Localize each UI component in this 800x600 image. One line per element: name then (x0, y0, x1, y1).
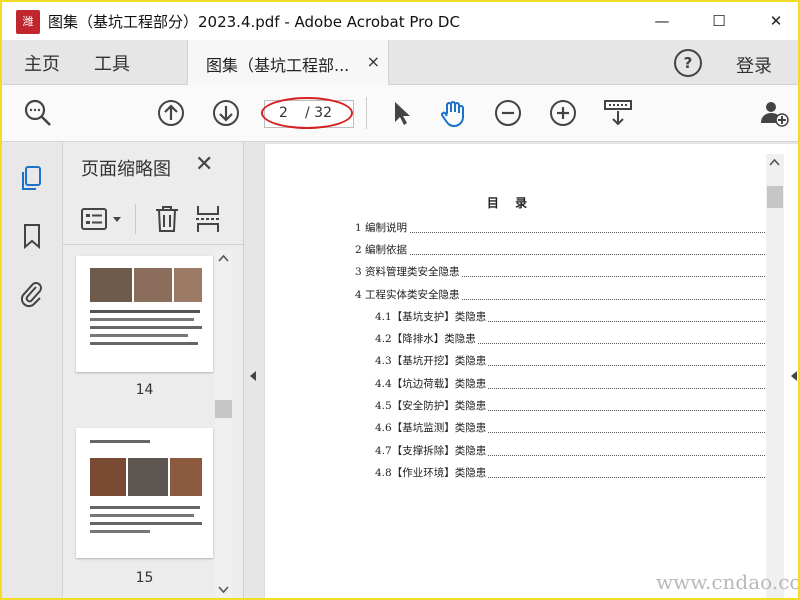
document-scrollbar[interactable] (766, 154, 784, 598)
document-area: 目 录 1 编制说明 2 编制依据 3 资料管理类安全隐患 4 工程实体类安全隐… (244, 142, 798, 598)
toc-entry-text: 3 资料管理类安全隐患 (355, 266, 462, 278)
bookmarks-icon[interactable] (18, 222, 46, 250)
toc-entry-text: 4.1【基坑支护】类隐患 (375, 311, 489, 323)
toc-dot-leader (355, 232, 765, 233)
title-bar: 潍 图集（基坑工程部分）2023.4.pdf - Adobe Acrobat P… (2, 2, 798, 40)
red-annotation-ellipse (261, 97, 353, 129)
scroll-down-icon[interactable] (218, 586, 229, 594)
thumb-text-line (90, 310, 200, 313)
toolbar: 2 / 32 (2, 85, 798, 142)
app-window: 潍 图集（基坑工程部分）2023.4.pdf - Adobe Acrobat P… (0, 0, 800, 600)
document-tab-close-icon[interactable]: × (367, 52, 380, 71)
scroll-up-icon[interactable] (769, 158, 780, 166)
help-icon[interactable]: ? (674, 49, 702, 77)
toc-entry-text: 4 工程实体类安全隐患 (355, 289, 462, 301)
toc-entry-text: 4.8【作业环境】类隐患 (375, 467, 489, 479)
thumb-text-line (90, 530, 150, 533)
previous-page-icon[interactable] (155, 97, 187, 129)
toc-entry[interactable]: 4.7【支撑拆除】类隐患 (375, 443, 765, 459)
thumbnail-scrollbar[interactable] (215, 250, 232, 598)
menu-home[interactable]: 主页 (24, 50, 60, 76)
pdf-page: 目 录 1 编制说明 2 编制依据 3 资料管理类安全隐患 4 工程实体类安全隐… (264, 144, 798, 598)
toc-entry[interactable]: 3 资料管理类安全隐患 (355, 264, 765, 280)
menu-tools[interactable]: 工具 (94, 50, 130, 76)
page-thumbnails-icon[interactable] (18, 164, 46, 192)
thumb-photo (174, 268, 202, 302)
left-rail (2, 142, 63, 598)
toc-entry[interactable]: 4.5【安全防护】类隐患 (375, 398, 765, 414)
expand-right-panel-icon[interactable] (791, 370, 798, 382)
toc-entry[interactable]: 4 工程实体类安全隐患 (355, 287, 765, 303)
menu-bar: 主页 工具 图集（基坑工程部... × ? 登录 (2, 40, 798, 85)
scrollbar-thumb[interactable] (215, 400, 232, 418)
scroll-up-icon[interactable] (218, 254, 229, 262)
toc-entry-text: 4.7【支撑拆除】类隐患 (375, 445, 489, 457)
toc-entry-text: 4.6【基坑监测】类隐患 (375, 422, 489, 434)
thumb-text-line (90, 506, 200, 509)
document-tab-label: 图集（基坑工程部... (206, 56, 350, 75)
search-icon[interactable] (22, 97, 54, 129)
thumbnail-label-15: 15 (135, 570, 154, 586)
thumbnail-options-icon[interactable] (81, 208, 125, 232)
thumb-photo (90, 458, 126, 496)
toc-entry-text: 4.5【安全防护】类隐患 (375, 400, 489, 412)
login-link[interactable]: 登录 (736, 52, 772, 78)
window-title: 图集（基坑工程部分）2023.4.pdf - Adobe Acrobat Pro… (48, 13, 460, 31)
thumb-photo (134, 268, 172, 302)
thumb-text-line (90, 440, 150, 443)
attachments-icon[interactable] (18, 280, 46, 308)
thumb-photo (90, 268, 132, 302)
thumb-text-line (90, 522, 202, 525)
panel-title: 页面缩略图 (81, 159, 171, 180)
thumb-text-line (90, 342, 198, 345)
page-thumbnail-15[interactable] (76, 428, 213, 558)
collapse-left-panel-icon[interactable] (249, 370, 257, 382)
toc-entry[interactable]: 4.3【基坑开挖】类隐患 (375, 353, 765, 369)
document-tab[interactable]: 图集（基坑工程部... × (187, 40, 389, 85)
thumbnail-label-14: 14 (135, 382, 154, 398)
scroll-mode-icon[interactable] (602, 97, 634, 129)
next-page-icon[interactable] (210, 97, 242, 129)
zoom-in-icon[interactable] (547, 97, 579, 129)
toc-entry[interactable]: 4.4【坑边荷载】类隐患 (375, 376, 765, 392)
thumb-photo (170, 458, 202, 496)
zoom-out-icon[interactable] (492, 97, 524, 129)
thumb-photo (128, 458, 168, 496)
toc-entry[interactable]: 4.8【作业环境】类隐患 (375, 465, 765, 481)
toc-title: 目 录 (486, 196, 534, 210)
toc-dot-leader (355, 254, 765, 255)
toc-entry[interactable]: 4.6【基坑监测】类隐患 (375, 420, 765, 436)
toc-entry-text: 2 编制依据 (355, 244, 410, 256)
watermark-text: www.cndao.com (656, 570, 798, 594)
toc-entry[interactable]: 1 编制说明 (355, 220, 765, 236)
minimize-button[interactable]: — (648, 8, 676, 34)
toc-entry-text: 4.2【降排水】类隐患 (375, 333, 478, 345)
toc-entry-text: 1 编制说明 (355, 222, 410, 234)
add-user-icon[interactable] (758, 97, 790, 129)
toc-entry[interactable]: 4.2【降排水】类隐患 (375, 331, 765, 347)
thumb-text-line (90, 318, 194, 321)
select-cursor-icon[interactable] (385, 97, 417, 129)
close-window-button[interactable]: ✕ (762, 8, 790, 34)
hand-tool-icon[interactable] (437, 97, 469, 129)
maximize-button[interactable]: ☐ (705, 8, 733, 34)
app-logo: 潍 (16, 10, 40, 34)
toc-entry-text: 4.4【坑边荷载】类隐患 (375, 378, 489, 390)
toc-entry[interactable]: 2 编制依据 (355, 242, 765, 258)
thumb-text-line (90, 334, 188, 337)
thumb-text-line (90, 326, 202, 329)
thumb-text-line (90, 514, 194, 517)
page-thumbnail-14[interactable] (76, 256, 213, 372)
toc-entry-text: 4.3【基坑开挖】类隐患 (375, 355, 489, 367)
close-panel-icon[interactable]: ✕ (195, 152, 213, 177)
toolbar-divider (366, 97, 367, 129)
scrollbar-thumb[interactable] (767, 186, 783, 208)
toc-entry[interactable]: 4.1【基坑支护】类隐患 (375, 309, 765, 325)
